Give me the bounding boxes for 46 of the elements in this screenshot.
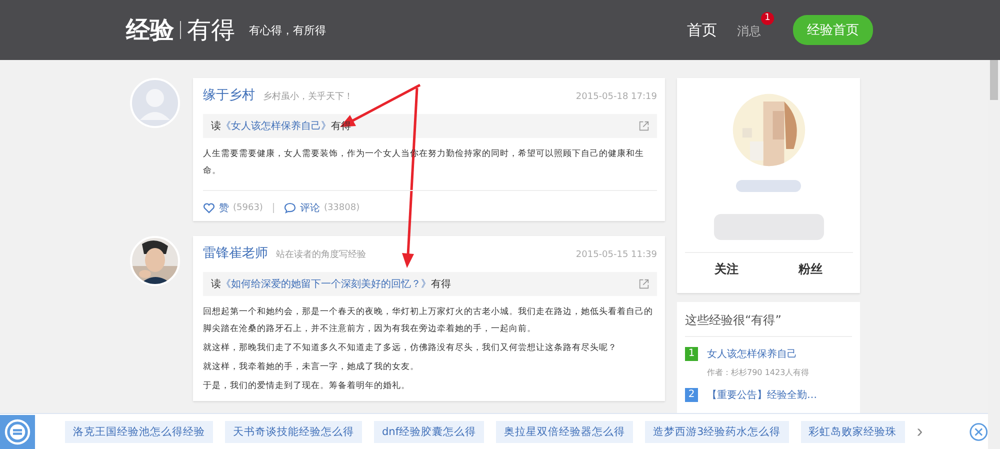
ranking-title: 这些经验很“有得” — [685, 312, 852, 337]
read-label: 读 — [211, 278, 221, 291]
search-tag[interactable]: 洛克王国经验池怎么得经验 — [65, 420, 213, 442]
read-label: 读 — [211, 120, 221, 133]
ranking-link[interactable]: 【重要公告】经验全勤… — [707, 388, 817, 402]
blurred-username — [736, 180, 801, 192]
search-tag[interactable]: 彩虹岛败家经验珠 — [800, 420, 905, 442]
article-link[interactable]: 《如何给深爱的她留下一个深刻美好的回忆？》 — [221, 277, 431, 291]
rank-badge: 2 — [685, 388, 698, 402]
external-link-icon[interactable] — [639, 121, 649, 131]
slogan: 有心得，有所得 — [249, 22, 326, 38]
nav-link[interactable]: 消息 — [737, 24, 761, 38]
heart-icon — [203, 202, 215, 214]
search-engine-logo-icon[interactable] — [0, 414, 35, 448]
stat-label[interactable]: 粉丝 — [798, 261, 822, 278]
next-button[interactable]: › — [910, 420, 929, 443]
author-motto: 乡村虽小，关乎天下！ — [263, 90, 353, 103]
like-button[interactable]: 赞 (5963) — [203, 201, 263, 215]
author-motto: 站在读者的角度写经验 — [276, 248, 366, 261]
search-tag[interactable]: 天书奇谈技能经验怎么得 — [225, 420, 362, 442]
ranking-meta: 作者：杉杉790 1423人有得 — [707, 367, 810, 378]
notification-badge: 1 — [761, 12, 774, 25]
post-text: 就这样，那晚我们走了不知道多久不知道走了多远，仿佛路没有尽头，我们又何尝想让这条路有尽头呢？ — [203, 342, 618, 355]
read-suffix: 有得 — [431, 278, 451, 291]
post-text: 于是，我们的爱情走到了现在。筹备着明年的婚礼。 — [203, 380, 411, 393]
ranking-link[interactable]: 女人该怎样保养自己 — [707, 347, 810, 361]
search-tag[interactable]: 造梦西游3经验药水怎么得 — [645, 420, 789, 442]
post-text: 回想起第一个和她约会，那是一个春天的夜晚，华灯初上万家灯火的古老小城。我们走在路边，她低头看着自己的脚尖踏在沧桑的路牙石上，并不注意前方，因为有我在旁边牵着她的手，一起向前。 — [203, 306, 654, 336]
close-icon[interactable] — [968, 422, 988, 442]
logo-subtitle: 有得 — [187, 15, 235, 46]
author-link[interactable]: 雷锋崔老师 — [203, 244, 268, 262]
stat-label[interactable]: 关注 — [714, 261, 738, 278]
post-text: 就这样，我牵着她的手，未言一字，她成了我的女友。 — [203, 360, 420, 374]
post-date: 2015-05-15 11:39 — [576, 250, 657, 260]
search-tag[interactable]: dnf经验胶囊怎么得 — [374, 420, 484, 442]
author-link[interactable]: 缘于乡村 — [203, 86, 255, 104]
rank-badge: 1 — [685, 347, 698, 361]
speech-bubble-icon — [284, 202, 296, 214]
external-link-icon[interactable] — [639, 279, 649, 289]
home-button[interactable]: 经验首页 — [793, 15, 873, 45]
logo-text[interactable]: 经验 — [126, 14, 174, 46]
comment-button[interactable]: 评论 (33808) — [284, 201, 360, 215]
search-tag[interactable]: 奥拉星双倍经验器怎么得 — [496, 420, 634, 442]
nav-link[interactable]: 首页 — [687, 21, 717, 39]
article-link[interactable]: 《女人该怎样保养自己》 — [221, 119, 331, 133]
post-date: 2015-05-18 17:19 — [576, 92, 657, 102]
